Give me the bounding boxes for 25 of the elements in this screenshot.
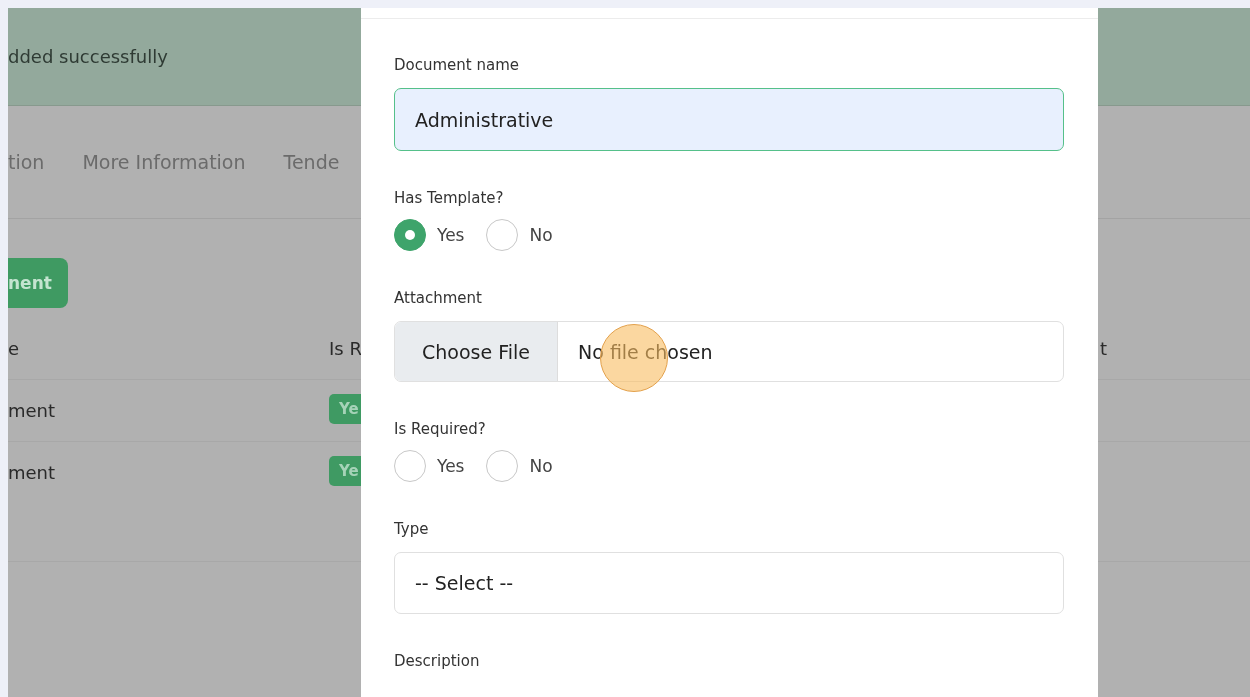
radio-button[interactable]	[486, 450, 519, 482]
alert-message: dded successfully	[8, 46, 168, 67]
option-label: Yes	[437, 225, 465, 245]
status-badge: Ye	[329, 393, 361, 424]
table-cell: ment	[8, 462, 56, 483]
field-label: Has Template?	[394, 188, 505, 208]
type-select[interactable]: -- Select --	[394, 552, 1064, 614]
field-label: Is Required?	[394, 419, 487, 439]
field-label: Type	[394, 519, 430, 539]
option-label: No	[529, 456, 553, 476]
column-header: t	[1100, 338, 1108, 359]
radio-button[interactable]	[486, 219, 519, 251]
field-label: Document name	[394, 55, 521, 75]
document-name-field[interactable]: Administrative	[394, 88, 1064, 151]
option-label: Yes	[437, 456, 465, 476]
table-cell: ment	[8, 400, 56, 421]
field-label: Attachment	[394, 288, 483, 308]
field-label: Description	[394, 651, 481, 671]
radio-button[interactable]	[394, 219, 426, 251]
option-label: No	[529, 225, 553, 245]
radio-button[interactable]	[394, 450, 426, 482]
column-header: Is R	[329, 338, 362, 359]
column-header: e	[8, 338, 20, 359]
status-badge: Ye	[329, 455, 361, 486]
choose-file-button[interactable]: Choose File	[395, 322, 558, 381]
